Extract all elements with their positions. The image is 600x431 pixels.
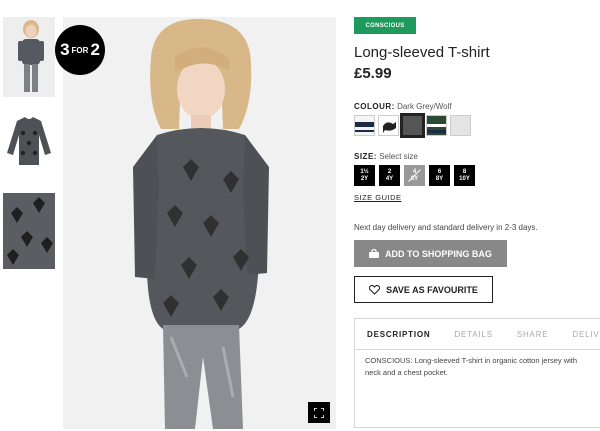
description-text: CONSCIOUS: Long-sleeved T-shirt in organ… xyxy=(355,350,600,384)
description-line-2: neck and a chest pocket. xyxy=(365,368,448,377)
selected-colour: Dark Grey/Wolf xyxy=(397,102,452,111)
promo-for-text: FOR xyxy=(71,45,89,55)
size-bottom-label: 10Y xyxy=(459,175,470,182)
size-option-4y[interactable]: 2 4Y xyxy=(379,165,400,186)
size-label: SIZE: xyxy=(354,152,377,161)
thumbnail-shirt-flat[interactable] xyxy=(3,109,55,173)
size-bottom-label: 6Y xyxy=(410,175,419,182)
thumbnail-detail[interactable] xyxy=(3,193,55,269)
product-info-tabs: DESCRIPTION DETAILS SHARE DELIVERY CONSC… xyxy=(354,318,600,428)
colour-swatches xyxy=(354,113,471,138)
size-top-label: 1½ xyxy=(360,168,369,175)
product-price: £5.99 xyxy=(354,65,392,82)
size-options: 1½ 2Y 2 4Y 4 6Y 6 8Y 8 10Y xyxy=(354,165,475,186)
expand-icon xyxy=(314,407,324,418)
size-option-8y[interactable]: 6 8Y xyxy=(429,165,450,186)
size-guide-link[interactable]: SIZE GUIDE xyxy=(354,193,402,202)
swatch-green-stripe[interactable] xyxy=(426,115,447,136)
tab-details[interactable]: DETAILS xyxy=(442,319,504,349)
size-top-label: 8 xyxy=(462,168,467,175)
tab-share[interactable]: SHARE xyxy=(505,319,561,349)
tab-delivery[interactable]: DELIVERY xyxy=(560,319,600,349)
tab-bar: DESCRIPTION DETAILS SHARE DELIVERY xyxy=(355,319,600,350)
swatch-dark-grey-wolf[interactable] xyxy=(400,113,425,138)
colour-label-row: COLOUR: Dark Grey/Wolf xyxy=(354,102,452,111)
product-title: Long-sleeved T-shirt xyxy=(354,44,490,61)
save-favourite-button[interactable]: SAVE AS FAVOURITE xyxy=(354,276,493,303)
shopping-bag-icon xyxy=(369,249,380,258)
size-top-label: 6 xyxy=(437,168,442,175)
heart-icon xyxy=(369,284,381,295)
size-bottom-label: 2Y xyxy=(360,175,369,182)
promo-number-right: 2 xyxy=(90,40,100,59)
conscious-badge: CONSCIOUS xyxy=(354,17,416,34)
product-main-image[interactable] xyxy=(63,17,336,429)
promo-number-left: 3 xyxy=(60,40,70,59)
size-top-label: 4 xyxy=(412,168,417,175)
add-to-bag-button[interactable]: ADD TO SHOPPING BAG xyxy=(354,240,507,267)
add-to-bag-label: ADD TO SHOPPING BAG xyxy=(385,248,492,259)
colour-label: COLOUR: xyxy=(354,102,395,111)
size-placeholder: Select size xyxy=(379,152,418,161)
size-top-label: 2 xyxy=(387,168,392,175)
save-favourite-label: SAVE AS FAVOURITE xyxy=(386,284,478,295)
size-option-2y[interactable]: 1½ 2Y xyxy=(354,165,375,186)
description-line-1: CONSCIOUS: Long-sleeved T-shirt in organ… xyxy=(365,356,578,365)
swatch-navy-stripe[interactable] xyxy=(354,115,375,136)
size-option-6y-unavailable[interactable]: 4 6Y xyxy=(404,165,425,186)
fullscreen-button[interactable] xyxy=(308,402,330,423)
swatch-animal-print[interactable] xyxy=(378,115,399,136)
swatch-light-grey[interactable] xyxy=(450,115,471,136)
size-label-row: SIZE: Select size xyxy=(354,152,418,161)
tab-description[interactable]: DESCRIPTION xyxy=(355,319,442,349)
thumbnail-model[interactable] xyxy=(3,17,55,97)
size-bottom-label: 4Y xyxy=(385,175,394,182)
size-option-10y[interactable]: 8 10Y xyxy=(454,165,475,186)
delivery-info: Next day delivery and standard delivery … xyxy=(354,223,538,232)
promo-3-for-2-badge: 3 FOR 2 xyxy=(55,25,105,75)
size-bottom-label: 8Y xyxy=(435,175,444,182)
